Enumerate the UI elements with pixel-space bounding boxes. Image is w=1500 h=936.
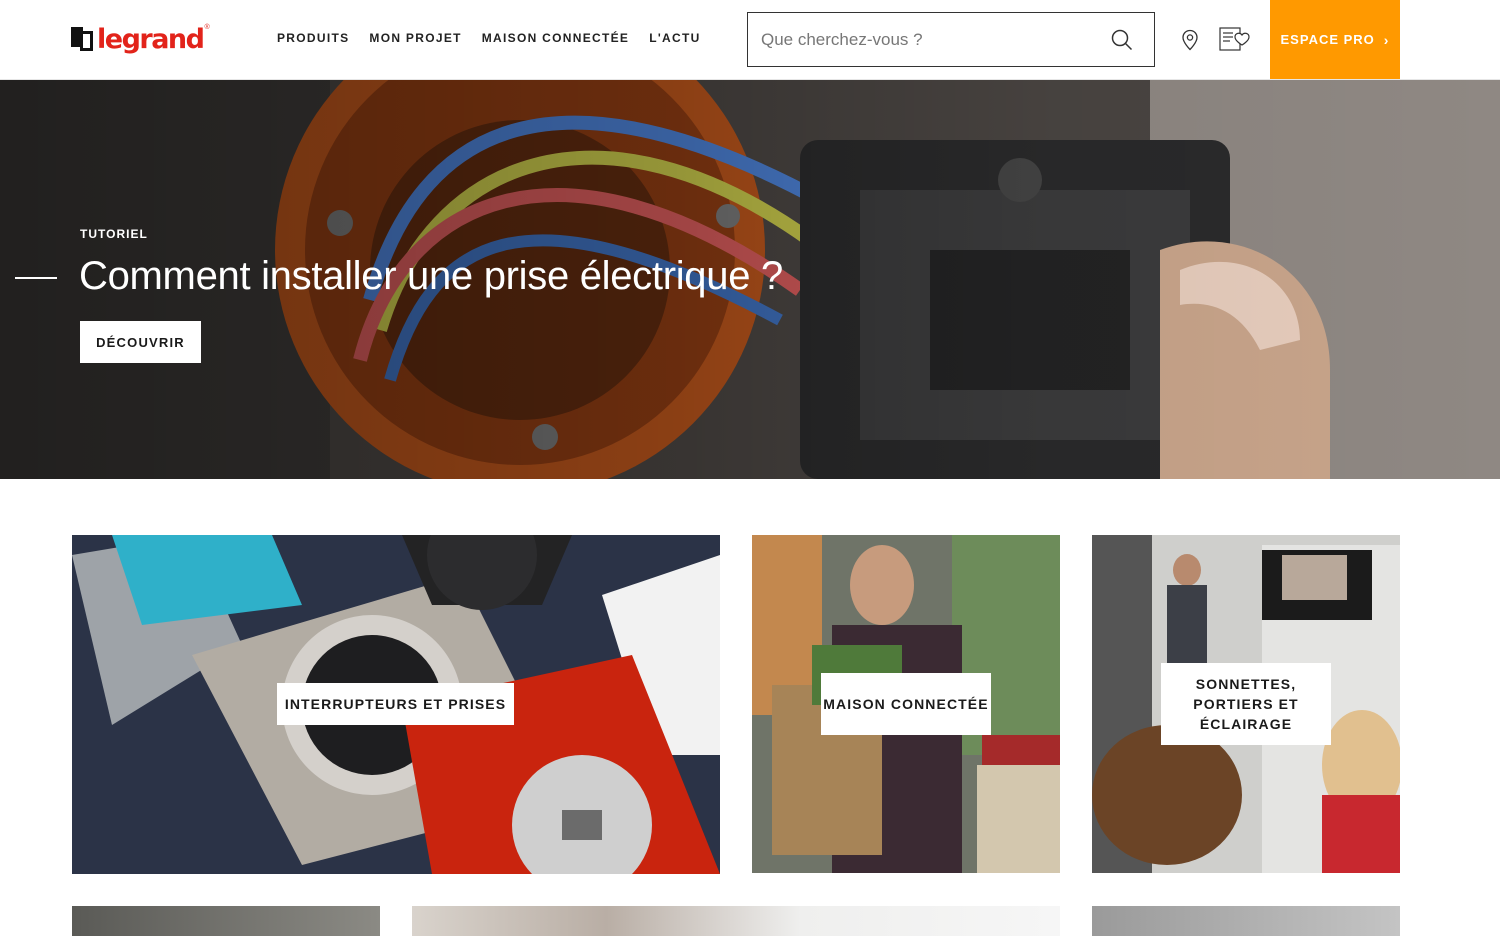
hero-title: Comment installer une prise électrique ? xyxy=(79,254,783,298)
espace-pro-button[interactable]: ESPACE PRO › xyxy=(1270,0,1400,79)
main-nav: PRODUITS MON PROJET MAISON CONNECTÉE L'A… xyxy=(277,31,721,45)
category-label-maison-connectee: MAISON CONNECTÉE xyxy=(821,673,991,735)
hero-divider xyxy=(15,277,57,279)
category-card-sonnettes[interactable]: SONNETTES, PORTIERS ET ÉCLAIRAGE xyxy=(1092,535,1400,873)
decouvrir-button[interactable]: DÉCOUVRIR xyxy=(80,321,201,363)
logo-registered-mark: ® xyxy=(204,24,210,31)
nav-produits[interactable]: PRODUITS xyxy=(277,31,349,45)
nav-maison-connectee[interactable]: MAISON CONNECTÉE xyxy=(482,31,629,45)
nav-mon-projet[interactable]: MON PROJET xyxy=(369,31,461,45)
hero-kicker: TUTORIEL xyxy=(80,227,148,241)
espace-pro-label: ESPACE PRO xyxy=(1280,32,1375,47)
site-header: legrand ® PRODUITS MON PROJET MAISON CON… xyxy=(0,0,1500,80)
legrand-logo[interactable]: legrand ® xyxy=(71,22,210,56)
search-input[interactable] xyxy=(761,13,1101,66)
hero-banner: TUTORIEL Comment installer une prise éle… xyxy=(0,80,1500,479)
category-label-sonnettes: SONNETTES, PORTIERS ET ÉCLAIRAGE xyxy=(1161,663,1331,745)
category-card-interrupteurs[interactable]: INTERRUPTEURS ET PRISES xyxy=(72,535,720,874)
logo-mark-icon xyxy=(71,27,93,51)
category-card-maison-connectee[interactable]: MAISON CONNECTÉE xyxy=(752,535,1060,873)
category-card-partial[interactable] xyxy=(72,906,380,936)
catalog-heart-icon[interactable] xyxy=(1219,26,1251,52)
search-box xyxy=(747,12,1155,67)
nav-actu[interactable]: L'ACTU xyxy=(649,31,700,45)
category-card-partial[interactable] xyxy=(1092,906,1400,936)
category-card-partial[interactable] xyxy=(412,906,1060,936)
category-label-interrupteurs: INTERRUPTEURS ET PRISES xyxy=(277,683,514,725)
chevron-right-icon: › xyxy=(1383,31,1390,48)
search-icon[interactable] xyxy=(1111,29,1133,51)
logo-text: legrand xyxy=(97,23,205,55)
location-pin-icon[interactable] xyxy=(1180,29,1200,51)
